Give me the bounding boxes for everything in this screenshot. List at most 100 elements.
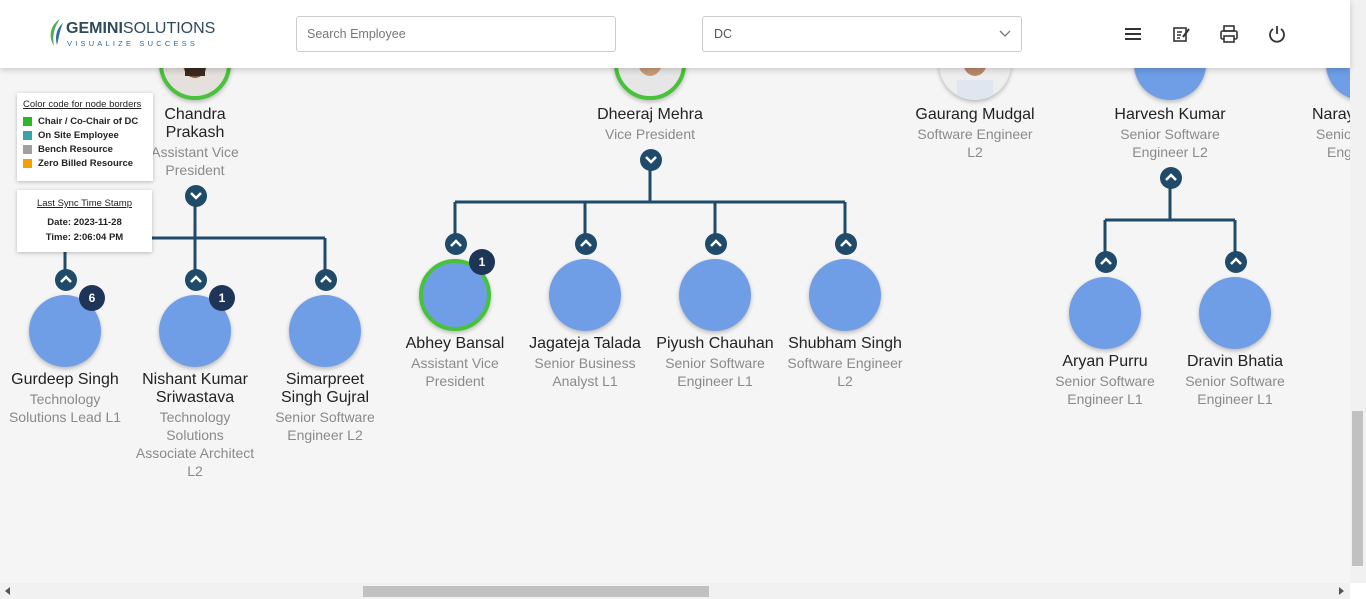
employee-name: Aryan Purru: [1062, 353, 1148, 370]
employee-title: Technology: [29, 391, 101, 407]
logo-leaf-icon: [50, 19, 63, 46]
employee-title: Software Engineer: [787, 355, 903, 371]
employee-avatar: [1199, 277, 1271, 349]
employee-title: Software Engineer: [917, 126, 1033, 142]
print-icon[interactable]: [1219, 24, 1239, 44]
reports-count-badge: 1: [469, 249, 495, 275]
vertical-scrollbar[interactable]: [1350, 0, 1366, 583]
employee-avatar: [289, 295, 361, 367]
employee-title: Engineer L2: [1132, 144, 1208, 160]
expand-toggle-icon[interactable]: [185, 269, 207, 291]
legend-swatch: [23, 145, 32, 154]
search-employee-input[interactable]: [296, 16, 616, 52]
scrollbar-corner: [1350, 583, 1366, 599]
logo-tagline: VISUALIZE SUCCESS: [67, 39, 199, 48]
expand-toggle-icon[interactable]: [445, 233, 467, 255]
legend-label: Zero Billed Resource: [38, 158, 134, 169]
sync-heading: Last Sync Time Stamp: [36, 198, 133, 209]
employee-name: Gaurang Mudgal: [915, 106, 1035, 123]
legend-swatch: [23, 117, 32, 126]
employee-title: Vice President: [604, 126, 695, 142]
employee-title: Eng: [1327, 144, 1352, 160]
gemini-solutions-logo[interactable]: GEMINISOLUTIONS VISUALIZE SUCCESS: [46, 17, 216, 51]
expand-toggle-icon[interactable]: [575, 233, 597, 255]
collapse-toggle-icon[interactable]: [640, 149, 662, 171]
employee-title: Senior Software: [1055, 373, 1155, 389]
collapse-toggle-icon[interactable]: [185, 185, 207, 207]
expand-toggle-icon[interactable]: [705, 233, 727, 255]
color-code-legend: Color code for node borders Chair / Co-C…: [17, 93, 153, 181]
edit-note-icon[interactable]: [1171, 24, 1191, 44]
employee-title: L2: [187, 463, 203, 479]
employee-avatar: [1069, 277, 1141, 349]
employee-title: Senior Software: [275, 409, 375, 425]
employee-name: Singh Gujral: [280, 389, 370, 406]
employee-name: Harvesh Kumar: [1114, 106, 1226, 123]
expand-toggle-icon[interactable]: [55, 269, 77, 291]
department-value: DC: [714, 27, 733, 41]
expand-toggle-icon[interactable]: [1160, 167, 1182, 189]
employee-title: Solutions Lead L1: [8, 409, 122, 425]
horizontal-scroll-thumb[interactable]: [363, 586, 709, 597]
power-icon[interactable]: [1267, 24, 1287, 44]
employee-title: Senior Software: [1185, 373, 1285, 389]
horizontal-scrollbar[interactable]: [0, 583, 1350, 599]
reports-count-badge: 1: [209, 285, 235, 311]
sync-date: Date: 2023-11-28: [47, 217, 122, 228]
vertical-scroll-thumb[interactable]: [1352, 411, 1363, 566]
sync-time: Time: 2:06:04 PM: [45, 232, 124, 243]
last-sync-panel: Last Sync Time Stamp Date: 2023-11-28 Ti…: [17, 190, 152, 252]
employee-name: Sriwastava: [155, 389, 235, 406]
expand-toggle-icon[interactable]: [835, 233, 857, 255]
employee-name: Nishant Kumar: [142, 371, 248, 388]
employee-title: L2: [837, 373, 853, 389]
legend-item-zero-billed: Zero Billed Resource: [23, 158, 147, 169]
employee-title: Engineer L1: [1067, 391, 1143, 407]
employee-name: Naray: [1312, 106, 1355, 123]
employee-name: Dravin Bhatia: [1186, 353, 1284, 370]
employee-title: Engineer L1: [1197, 391, 1273, 407]
scroll-left-arrow-icon[interactable]: [4, 587, 12, 595]
department-select[interactable]: DC: [702, 16, 1022, 52]
employee-name: Dheeraj Mehra: [597, 106, 703, 123]
employee-name: Piyush Chauhan: [656, 335, 774, 352]
legend-label: Chair / Co-Chair of DC: [38, 116, 139, 127]
scroll-right-arrow-icon[interactable]: [1337, 587, 1345, 595]
employee-title: Solutions: [166, 427, 224, 443]
legend-swatch: [23, 131, 32, 140]
employee-avatar: [549, 259, 621, 331]
employee-title: Senior Business: [534, 355, 636, 371]
expand-toggle-icon[interactable]: [1095, 251, 1117, 273]
employee-title: Senior Software: [1120, 126, 1220, 142]
employee-name: Shubham Singh: [788, 335, 902, 352]
employee-name: Jagateja Talada: [529, 335, 641, 352]
reports-count-badge: 6: [79, 285, 105, 311]
legend-heading: Color code for node borders: [23, 99, 142, 110]
employee-title: Senio: [1316, 126, 1352, 142]
employee-title: President: [425, 373, 485, 389]
chevron-down-icon: [999, 30, 1011, 37]
top-header: GEMINISOLUTIONS VISUALIZE SUCCESS DC: [0, 0, 1350, 68]
employee-name: Simarpreet: [285, 371, 365, 388]
employee-title: Assistant Vice: [411, 355, 499, 371]
employee-name: Gurdeep Singh: [11, 371, 119, 388]
employee-title: Associate Architect: [135, 445, 255, 461]
employee-title: Technology: [159, 409, 231, 425]
menu-icon[interactable]: [1123, 24, 1143, 44]
employee-title: Analyst L1: [552, 373, 618, 389]
employee-title: Engineer L1: [677, 373, 753, 389]
legend-label: On Site Employee: [38, 130, 119, 141]
legend-label: Bench Resource: [38, 144, 113, 155]
expand-toggle-icon[interactable]: [315, 269, 337, 291]
legend-item-bench: Bench Resource: [23, 144, 147, 155]
expand-toggle-icon[interactable]: [1225, 251, 1247, 273]
employee-title: Engineer L2: [287, 427, 363, 443]
employee-name: Abhey Bansal: [405, 335, 505, 352]
logo-text: GEMINISOLUTIONS: [66, 20, 216, 37]
employee-avatar: [679, 259, 751, 331]
legend-item-onsite: On Site Employee: [23, 130, 147, 141]
legend-swatch: [23, 159, 32, 168]
employee-avatar: [809, 259, 881, 331]
employee-title: L2: [967, 144, 983, 160]
legend-item-chair: Chair / Co-Chair of DC: [23, 116, 147, 127]
